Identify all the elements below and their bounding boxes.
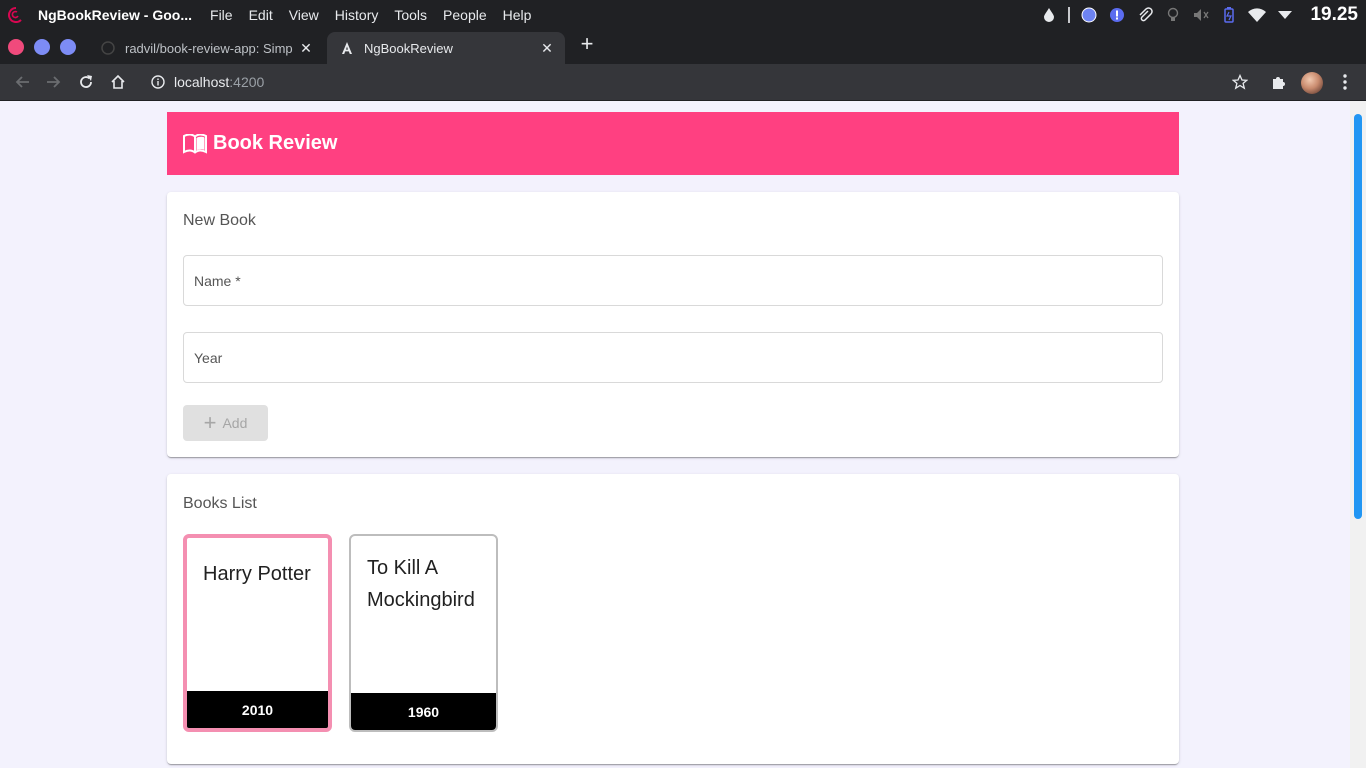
address-bar[interactable]: localhost :4200 [140, 68, 1220, 96]
paperclip-icon[interactable] [1136, 6, 1154, 24]
dropdown-arrow-icon[interactable] [1276, 6, 1294, 24]
menu-people[interactable]: People [435, 7, 495, 23]
menu-history[interactable]: History [327, 7, 387, 23]
forward-arrow-icon[interactable] [44, 72, 64, 92]
url-port: :4200 [229, 74, 265, 90]
app-title: Book Review [213, 132, 338, 154]
book-card[interactable]: Harry Potter 2010 [183, 534, 332, 732]
window-title: NgBookReview - Goo... [38, 7, 193, 23]
menu-tools[interactable]: Tools [386, 7, 435, 23]
system-tray: 19.25 [1040, 0, 1358, 30]
profile-avatar[interactable] [1301, 72, 1323, 94]
page-scrollbar[interactable] [1350, 101, 1366, 768]
book-card[interactable]: To Kill A Mockingbird 1960 [349, 534, 498, 732]
add-button-label: Add [222, 415, 248, 431]
menu-edit[interactable]: Edit [241, 7, 281, 23]
new-tab-button[interactable]: + [576, 33, 598, 56]
debian-logo-icon[interactable] [7, 6, 25, 24]
add-book-button[interactable]: + Add [183, 405, 268, 441]
scrollbar-thumb[interactable] [1354, 114, 1362, 519]
book-name: Harry Potter [203, 563, 311, 585]
year-input[interactable] [184, 333, 1162, 382]
book-year: 1960 [351, 693, 496, 730]
home-icon[interactable] [108, 72, 128, 92]
system-top-bar: NgBookReview - Goo... File Edit View His… [0, 0, 1366, 30]
angular-favicon-icon [339, 40, 355, 56]
year-field [183, 332, 1163, 383]
browser-toolbar: localhost :4200 [0, 64, 1366, 101]
lightbulb-icon[interactable] [1164, 6, 1182, 24]
site-info-icon[interactable] [150, 74, 166, 90]
browser-tab-strip: radvil/book-review-app: Simp ✕ NgBookRev… [0, 30, 1366, 64]
new-book-title: New Book [183, 212, 256, 229]
extensions-puzzle-icon[interactable] [1269, 72, 1289, 92]
plus-icon: + [203, 410, 217, 435]
circle-app-icon[interactable] [1080, 6, 1098, 24]
window-minimize-control[interactable] [34, 39, 50, 55]
window-maximize-control[interactable] [60, 39, 76, 55]
back-arrow-icon[interactable] [12, 72, 32, 92]
notification-alert-icon[interactable] [1108, 6, 1126, 24]
tab-close-icon[interactable]: ✕ [539, 40, 555, 56]
divider-icon [1068, 7, 1071, 23]
books-list-title: Books List [183, 495, 257, 512]
tab-github[interactable]: radvil/book-review-app: Simp ✕ [88, 32, 324, 64]
name-field [183, 255, 1163, 306]
more-menu-icon[interactable] [1335, 72, 1355, 92]
books-list-card: Books List Harry Potter 2010 To Kill A M… [167, 474, 1179, 764]
reload-icon[interactable] [76, 72, 96, 92]
tab-close-icon[interactable]: ✕ [298, 40, 314, 56]
name-input[interactable] [184, 256, 1162, 305]
window-close-control[interactable] [8, 39, 24, 55]
menu-file[interactable]: File [202, 7, 241, 23]
book-name: To Kill A Mockingbird [367, 557, 475, 611]
menu-help[interactable]: Help [495, 7, 540, 23]
bookmark-star-icon[interactable] [1230, 72, 1250, 92]
clock: 19.25 [1310, 4, 1358, 25]
battery-icon[interactable] [1220, 6, 1238, 24]
page-viewport: Book Review New Book + Add Books List Ha… [0, 101, 1366, 768]
menu-bar: File Edit View History Tools People Help [202, 7, 539, 23]
menu-view[interactable]: View [281, 7, 327, 23]
tab-label: radvil/book-review-app: Simp [125, 40, 293, 56]
volume-muted-icon[interactable] [1192, 6, 1210, 24]
url-host: localhost [174, 74, 230, 90]
book-year: 2010 [187, 691, 328, 728]
tab-label: NgBookReview [364, 40, 453, 56]
tab-ngbookreview[interactable]: NgBookReview ✕ [327, 32, 565, 64]
book-open-icon [183, 132, 207, 156]
app-header: Book Review [167, 112, 1179, 175]
github-favicon-icon [100, 40, 116, 56]
droplet-icon[interactable] [1040, 6, 1058, 24]
wifi-icon[interactable] [1248, 6, 1267, 24]
new-book-card: New Book + Add [167, 192, 1179, 457]
